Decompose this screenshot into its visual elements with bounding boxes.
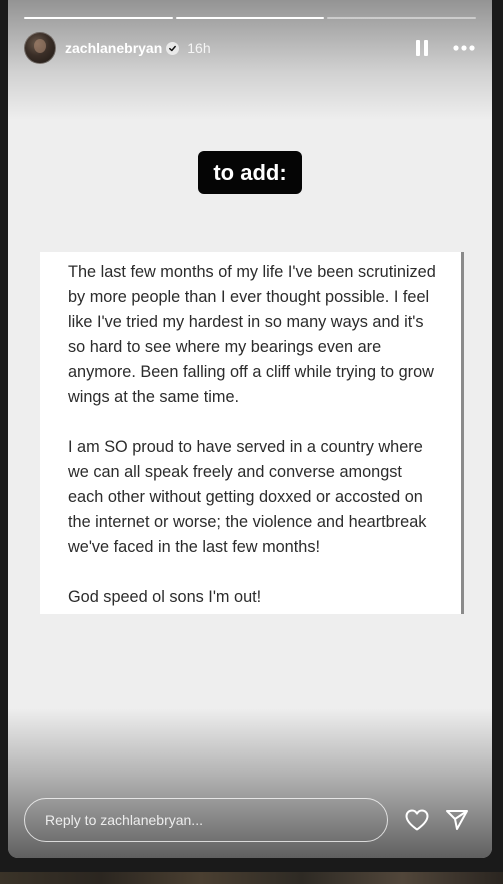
background-photo-strip	[0, 872, 503, 884]
verified-badge-icon	[166, 41, 180, 55]
note-paragraph: I am SO proud to have served in a countr…	[68, 438, 427, 556]
story-viewer[interactable]: zachlanebryan 16h to add: The last few m…	[8, 0, 492, 858]
pause-icon[interactable]	[410, 36, 434, 60]
heart-icon[interactable]	[404, 807, 430, 833]
text-sticker: to add:	[198, 151, 302, 194]
progress-segment	[24, 17, 173, 19]
progress-segment	[327, 17, 477, 19]
note-paragraph: The last few months of my life I've been…	[68, 263, 436, 406]
note-paragraph: God speed ol sons I'm out!	[68, 588, 262, 606]
avatar[interactable]	[24, 32, 56, 64]
username[interactable]: zachlanebryan	[65, 40, 162, 56]
send-icon[interactable]	[444, 807, 470, 833]
reply-bar	[24, 798, 476, 842]
reply-input[interactable]	[24, 798, 388, 842]
progress-segment	[175, 17, 325, 19]
more-icon[interactable]	[452, 36, 476, 60]
story-header: zachlanebryan 16h	[24, 32, 476, 64]
post-time: 16h	[187, 40, 211, 56]
story-progress-bar	[24, 17, 477, 19]
note-screenshot: The last few months of my life I've been…	[40, 252, 464, 614]
